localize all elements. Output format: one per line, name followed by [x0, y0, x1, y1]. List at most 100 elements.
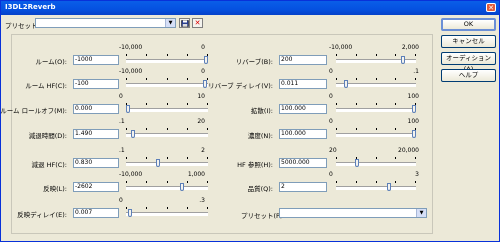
- slider-thumb[interactable]: [203, 80, 207, 88]
- slider-min-label: 0: [119, 197, 123, 204]
- slider-max-label: 20: [197, 118, 205, 125]
- param-label: 反映(L):: [43, 185, 67, 193]
- slider-max-label: 0: [201, 44, 205, 51]
- slider-thumb[interactable]: [156, 159, 160, 167]
- slider-thumb[interactable]: [412, 130, 416, 138]
- slider-tick: [167, 207, 168, 209]
- param-label: HF 参照(H):: [237, 161, 273, 169]
- slider-max-label: 3: [415, 171, 419, 178]
- preset-dropdown[interactable]: ▼: [35, 18, 176, 28]
- close-button[interactable]: ✕: [486, 3, 496, 12]
- param-value-field[interactable]: 0.000: [73, 104, 119, 114]
- slider-tick: [126, 54, 127, 56]
- slider-tick: [146, 78, 147, 80]
- slider-tick: [207, 207, 208, 209]
- param-slider[interactable]: [126, 212, 208, 216]
- slider-tick: [187, 157, 188, 159]
- slider-min-label: 0: [329, 68, 333, 75]
- slider-thumb[interactable]: [387, 183, 391, 191]
- slider-thumb[interactable]: [344, 80, 348, 88]
- param-label: ルーム(O):: [35, 58, 67, 66]
- slider-tick: [187, 54, 188, 56]
- slider-tick: [356, 181, 357, 183]
- param-value-field[interactable]: -100: [73, 79, 119, 89]
- param-value-field[interactable]: 100.000: [279, 104, 327, 114]
- param-label: 濃度(N):: [247, 132, 273, 140]
- param-value-field[interactable]: 0.011: [279, 79, 327, 89]
- param-slider[interactable]: [126, 133, 208, 137]
- slider-thumb[interactable]: [126, 105, 130, 113]
- i3dl2reverb-window: I3DL2Reverb ✕ プリセット: ▼ ✕ OK キャンセル オーディショ…: [0, 0, 500, 242]
- param-value-field[interactable]: -2602: [73, 182, 119, 192]
- slider-tick: [167, 128, 168, 130]
- save-icon: [180, 19, 189, 27]
- slider-tick: [187, 78, 188, 80]
- slider-thumb[interactable]: [355, 159, 359, 167]
- param-label: 減退時間(D):: [28, 132, 67, 140]
- title-bar[interactable]: I3DL2Reverb ✕: [1, 1, 499, 15]
- slider-min-label: 20: [329, 147, 337, 154]
- slider-tick: [167, 181, 168, 183]
- slider-tick: [187, 103, 188, 105]
- slider-tick: [336, 128, 337, 130]
- slider-thumb[interactable]: [401, 56, 405, 64]
- slider-tick: [395, 103, 396, 105]
- slider-tick: [395, 181, 396, 183]
- slider-tick: [146, 54, 147, 56]
- slider-min-label: 0: [119, 93, 123, 100]
- bottom-preset-dropdown[interactable]: ▼: [279, 208, 427, 218]
- delete-icon: ✕: [194, 19, 201, 27]
- param-slider[interactable]: [336, 108, 416, 112]
- audition-button[interactable]: オーディション(A): [441, 52, 496, 73]
- slider-tick: [146, 157, 147, 159]
- help-button[interactable]: ヘルプ: [441, 69, 496, 82]
- slider-tick: [126, 78, 127, 80]
- param-value-field[interactable]: 200: [279, 55, 327, 65]
- delete-preset-button[interactable]: ✕: [192, 18, 203, 28]
- slider-tick: [146, 128, 147, 130]
- slider-tick: [415, 54, 416, 56]
- slider-max-label: 100: [407, 118, 419, 125]
- param-label: 反映ディレイ(E):: [17, 211, 67, 219]
- param-slider[interactable]: [336, 83, 416, 87]
- param-value-field[interactable]: 1.490: [73, 129, 119, 139]
- param-slider[interactable]: [336, 133, 416, 137]
- param-label: 減退 HF(C):: [31, 161, 68, 169]
- save-preset-button[interactable]: [179, 18, 190, 28]
- param-value-field[interactable]: 0.007: [73, 208, 119, 218]
- param-slider[interactable]: [336, 186, 416, 190]
- slider-tick: [395, 128, 396, 130]
- ok-button[interactable]: OK: [441, 18, 496, 31]
- slider-tick: [167, 157, 168, 159]
- param-value-field[interactable]: 0.830: [73, 158, 119, 168]
- param-value-field[interactable]: 2: [279, 182, 327, 192]
- param-slider[interactable]: [126, 83, 208, 87]
- slider-thumb[interactable]: [128, 209, 132, 217]
- cancel-button[interactable]: キャンセル: [441, 35, 496, 48]
- slider-min-label: -10,000: [119, 44, 143, 51]
- chevron-down-icon[interactable]: ▼: [165, 19, 175, 27]
- slider-thumb[interactable]: [180, 183, 184, 191]
- slider-thumb[interactable]: [131, 130, 135, 138]
- slider-tick: [336, 78, 337, 80]
- chevron-down-icon[interactable]: ▼: [416, 209, 426, 217]
- slider-max-label: 10: [197, 93, 205, 100]
- slider-thumb[interactable]: [204, 56, 208, 64]
- slider-tick: [395, 78, 396, 80]
- param-slider[interactable]: [336, 162, 416, 166]
- slider-thumb[interactable]: [412, 105, 416, 113]
- slider-min-label: -10,000: [329, 44, 353, 51]
- param-label: リバーブ(B):: [235, 58, 273, 66]
- param-value-field[interactable]: 100.000: [279, 129, 327, 139]
- param-slider[interactable]: [126, 59, 208, 63]
- slider-tick: [187, 181, 188, 183]
- slider-tick: [167, 54, 168, 56]
- slider-tick: [336, 181, 337, 183]
- param-value-field[interactable]: -1000: [73, 55, 119, 65]
- slider-tick: [376, 54, 377, 56]
- param-slider[interactable]: [126, 162, 208, 166]
- param-slider[interactable]: [126, 186, 208, 190]
- param-slider[interactable]: [126, 108, 208, 112]
- param-value-field[interactable]: 5000.000: [279, 158, 327, 168]
- param-label: ルーム ロールオフ(M):: [0, 107, 67, 115]
